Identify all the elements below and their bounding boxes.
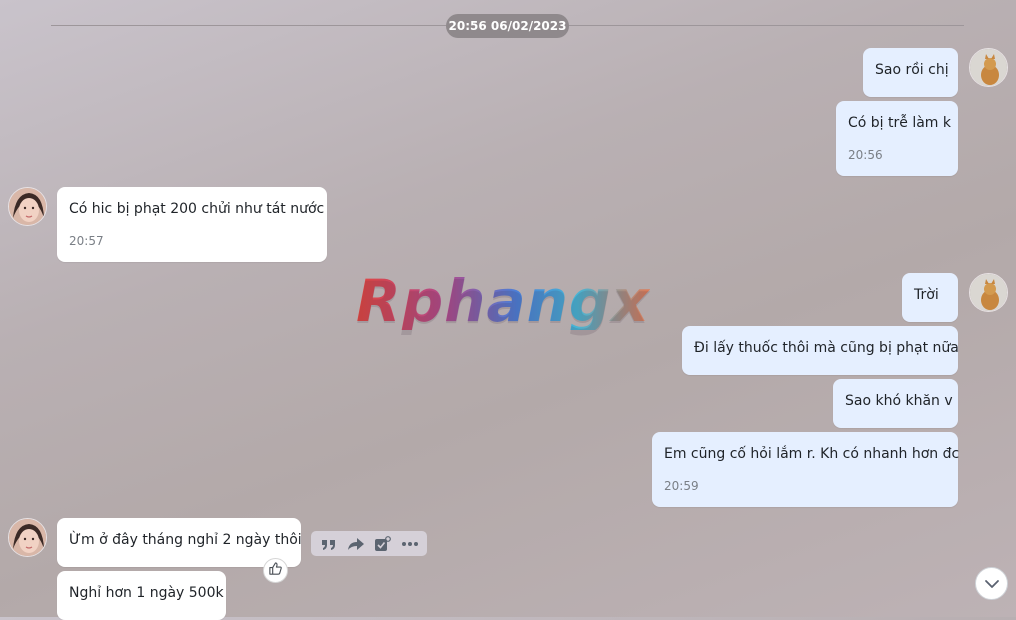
- contact-avatar[interactable]: [8, 518, 47, 557]
- message-bubble[interactable]: Có hic bị phạt 200 chửi như tát nước 20:…: [57, 187, 327, 262]
- date-separator: 20:56 06/02/2023: [446, 14, 569, 38]
- message-bubble[interactable]: Nghỉ hơn 1 ngày 500k: [57, 571, 226, 620]
- message-bubble[interactable]: Em cũng cố hỏi lắm r. Kh có nhanh hơn đc…: [652, 432, 960, 507]
- watermark-logo: Rphangx: [356, 267, 650, 335]
- share-icon[interactable]: [345, 534, 367, 554]
- contact-avatar[interactable]: [8, 187, 47, 226]
- more-icon[interactable]: [399, 534, 421, 554]
- message-text: Đi lấy thuốc thôi mà cũng bị phạt nữa: [694, 340, 959, 356]
- message-text: Trời: [914, 287, 939, 303]
- scroll-to-bottom-button[interactable]: [975, 567, 1008, 600]
- my-avatar[interactable]: [969, 48, 1008, 87]
- task-icon[interactable]: [372, 534, 394, 554]
- message-bubble[interactable]: Ừm ở đây tháng nghỉ 2 ngày thôi: [57, 518, 302, 567]
- my-avatar[interactable]: [969, 273, 1008, 312]
- message-time: 20:59: [664, 479, 699, 493]
- message-time: 20:57: [69, 234, 104, 248]
- message-text: Có bị trễ làm k: [848, 115, 951, 131]
- message-time: 20:56: [848, 148, 883, 162]
- like-button[interactable]: [263, 558, 288, 583]
- message-bubble[interactable]: Trời: [902, 273, 958, 322]
- message-text: Em cũng cố hỏi lắm r. Kh có nhanh hơn đc: [664, 446, 960, 462]
- thumbs-up-icon: [268, 561, 283, 580]
- message-bubble[interactable]: Sao rồi chị: [863, 48, 958, 97]
- message-text: Ừm ở đây tháng nghỉ 2 ngày thôi: [69, 532, 302, 548]
- message-bubble[interactable]: Có bị trễ làm k 20:56: [836, 101, 958, 176]
- chevron-down-icon: [984, 574, 1000, 593]
- message-text: Sao rồi chị: [875, 62, 949, 78]
- message-bubble[interactable]: Đi lấy thuốc thôi mà cũng bị phạt nữa: [682, 326, 959, 375]
- quote-icon[interactable]: [318, 534, 340, 554]
- message-action-toolbar: [311, 531, 427, 556]
- message-text: Sao khó khăn v: [845, 393, 953, 409]
- message-text: Có hic bị phạt 200 chửi như tát nước: [69, 201, 325, 217]
- message-bubble[interactable]: Sao khó khăn v: [833, 379, 958, 428]
- message-text: Nghỉ hơn 1 ngày 500k: [69, 585, 224, 601]
